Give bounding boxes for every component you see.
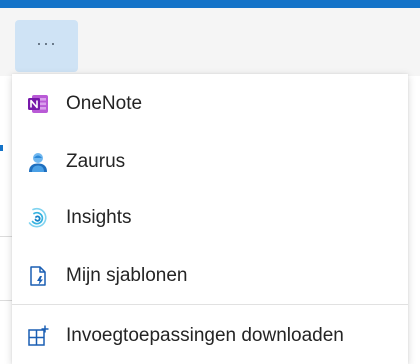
more-options-button[interactable]: ··· <box>15 20 78 72</box>
background-divider <box>0 236 12 237</box>
zaurus-icon <box>26 150 50 174</box>
onenote-icon <box>26 92 50 116</box>
menu-item-label: Mijn sjablonen <box>66 265 188 286</box>
more-options-label: ··· <box>36 32 57 53</box>
menu-item-label: OneNote <box>66 93 143 114</box>
menu-item-label: Insights <box>66 207 132 228</box>
menu-item-get-add-ins[interactable]: Invoegtoepassingen downloaden <box>12 308 408 364</box>
background-marker <box>0 145 3 151</box>
menu-item-label: Zaurus <box>66 151 126 172</box>
more-options-menu: OneNote Zaurus Insights Mijn sjablonen I… <box>12 74 408 364</box>
window-top-accent-bar <box>0 0 420 8</box>
menu-divider <box>12 304 408 305</box>
menu-item-zaurus[interactable]: Zaurus <box>12 134 408 190</box>
insights-icon <box>26 206 50 230</box>
menu-item-label: Invoegtoepassingen downloaden <box>66 325 344 346</box>
templates-icon <box>26 264 50 288</box>
background-divider <box>0 300 12 301</box>
menu-item-my-templates[interactable]: Mijn sjablonen <box>12 248 408 304</box>
add-ins-icon <box>26 324 50 348</box>
menu-item-onenote[interactable]: OneNote <box>12 76 408 132</box>
menu-item-insights[interactable]: Insights <box>12 190 408 246</box>
